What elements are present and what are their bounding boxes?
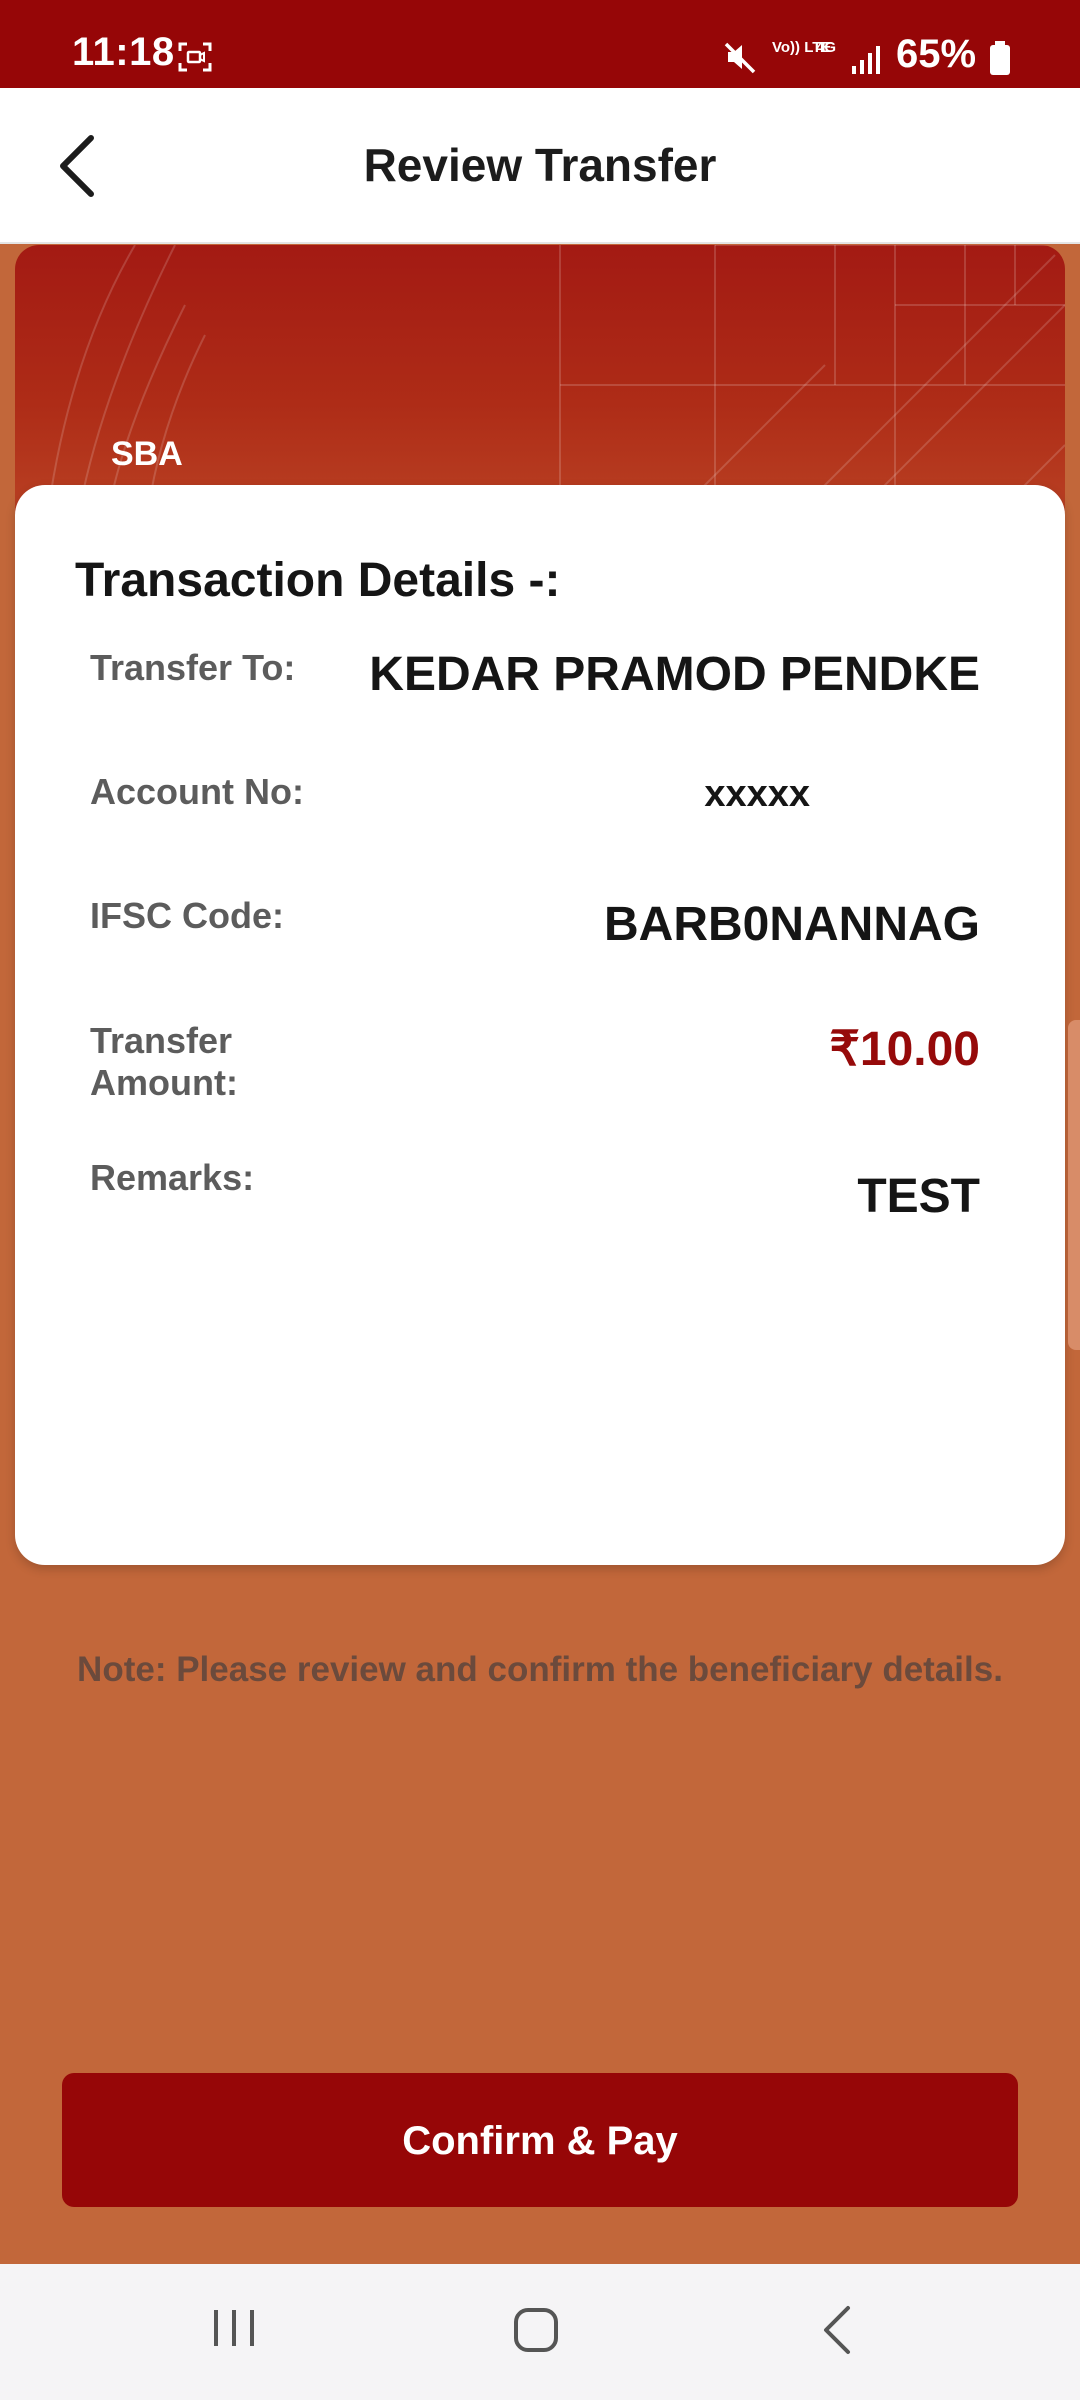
transfer-amount-label-line2: Amount:	[90, 1062, 238, 1103]
back-arrow-icon	[60, 135, 94, 197]
remarks-value: TEST	[857, 1170, 980, 1223]
review-note: Note: Please review and confirm the bene…	[77, 1650, 1003, 1689]
system-nav-bar	[0, 2264, 1080, 2400]
signal-icon	[850, 44, 886, 79]
back-button[interactable]	[42, 126, 112, 206]
confirm-pay-button[interactable]: Confirm & Pay	[62, 2073, 1018, 2207]
transfer-to-label: Transfer To:	[90, 647, 296, 688]
transfer-to-value: KEDAR PRAMOD PENDKE	[369, 648, 980, 701]
status-time: 11:18	[72, 30, 175, 74]
transfer-amount-label-line1: Transfer	[90, 1020, 233, 1061]
account-type: SBA	[111, 435, 183, 473]
battery-percent: 65%	[896, 32, 977, 76]
remarks-label: Remarks:	[90, 1157, 255, 1198]
transaction-details-card: Transaction Details -: Transfer To: KEDA…	[15, 485, 1065, 1565]
app-header: Review Transfer	[0, 88, 1080, 244]
screen-capture-icon	[178, 42, 212, 77]
network-indicator: 4G	[816, 39, 837, 56]
ifsc-label: IFSC Code:	[90, 895, 284, 936]
account-no-value: xxxxx	[704, 773, 810, 815]
mute-icon	[722, 40, 758, 79]
scroll-indicator	[1068, 1020, 1080, 1350]
transfer-amount-value: ₹10.00	[829, 1023, 980, 1076]
card-title: Transaction Details -:	[75, 554, 561, 607]
page-title: Review Transfer	[363, 139, 717, 191]
battery-icon	[988, 40, 1012, 81]
account-no-label: Account No:	[90, 771, 304, 812]
nav-back-icon[interactable]	[818, 2304, 858, 2361]
home-icon[interactable]	[510, 2304, 562, 2361]
status-bar: 11:18 Vo)) LTE 4G 65%	[0, 0, 1080, 88]
transfer-amount-label: Transfer Amount:	[90, 1020, 238, 1104]
ifsc-value: BARB0NANNAG	[603, 898, 980, 951]
recents-icon[interactable]	[210, 2304, 258, 2357]
